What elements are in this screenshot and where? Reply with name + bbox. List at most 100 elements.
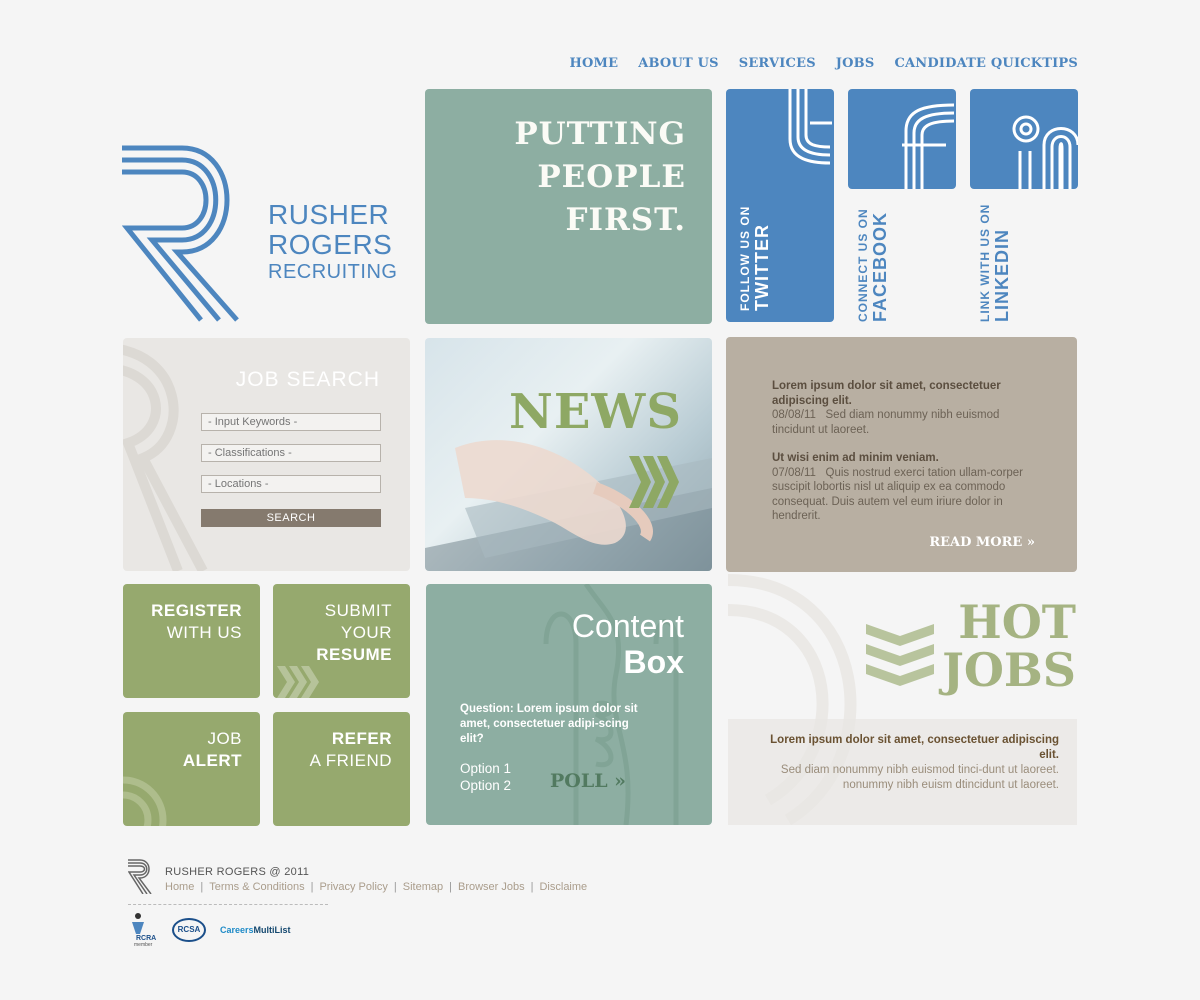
hot-jobs-line-1: HOT	[958, 595, 1076, 649]
hot-jobs-line-2: JOBS	[942, 643, 1076, 697]
main-nav: HOME ABOUT US SERVICES JOBS CANDIDATE QU…	[570, 56, 1079, 71]
hero-slogan: PUTTING PEOPLE FIRST.	[514, 113, 686, 242]
search-button[interactable]: SEARCH	[201, 509, 381, 527]
linkedin-icon	[1012, 115, 1078, 189]
poll-option-1[interactable]: Option 1	[460, 760, 511, 777]
keyboard-hand-image	[425, 440, 712, 571]
refer-friend-label: REFER A FRIEND	[310, 728, 392, 772]
register-label: REGISTER WITH US	[151, 600, 242, 644]
nav-home[interactable]: HOME	[570, 56, 619, 71]
register-tile[interactable]: REGISTER WITH US	[123, 584, 260, 698]
footer-link-privacy[interactable]: Privacy Policy	[319, 881, 393, 893]
rcra-logo-icon	[132, 913, 144, 934]
job-alert-line-1: JOB	[207, 729, 242, 748]
read-more-link[interactable]: READ MORE »	[929, 535, 1035, 550]
linkedin-label-big: LINKEDIN	[992, 229, 1012, 322]
news-image-tile[interactable]: NEWS	[425, 338, 712, 571]
locations-select[interactable]	[201, 475, 381, 493]
news-item-date: 07/08/11	[772, 466, 816, 479]
job-search-panel: JOB SEARCH SEARCH	[123, 338, 410, 571]
news-item-headline: Lorem ipsum dolor sit amet, consectetuer…	[772, 380, 1001, 407]
facebook-tile[interactable]	[848, 89, 956, 189]
submit-label-line-3: RESUME	[316, 645, 392, 664]
nav-candidate-quicktips[interactable]: CANDIDATE QUICKTIPS	[894, 56, 1078, 71]
nav-jobs[interactable]: JOBS	[836, 56, 875, 71]
twitter-label: FOLLOW US ON TWITTER	[738, 206, 773, 311]
job-alert-line-2: ALERT	[182, 751, 242, 770]
news-item[interactable]: Lorem ipsum dolor sit amet, consectetuer…	[772, 379, 1042, 437]
twitter-label-big: TWITTER	[752, 224, 772, 311]
hot-job-item[interactable]: Lorem ipsum dolor sit amet, consectetuer…	[759, 733, 1059, 793]
brand-line-3: RECRUITING	[268, 261, 398, 283]
hero-line-3: FIRST.	[565, 202, 686, 238]
cml-part-2: MultiList	[253, 925, 291, 935]
brand-line-2: ROGERS	[268, 229, 393, 260]
content-box-tile: Content Box Question: Lorem ipsum dolor …	[426, 584, 712, 825]
job-search-title: JOB SEARCH	[235, 368, 380, 391]
footer-links: Home | Terms & Conditions | Privacy Policy…	[165, 881, 593, 893]
poll-question: Question: Lorem ipsum dolor sit amet, co…	[460, 703, 638, 745]
careers-multilist-badge[interactable]: CareersMultiList	[220, 925, 291, 935]
news-list-panel: Lorem ipsum dolor sit amet, consectetuer…	[726, 337, 1077, 572]
news-item-headline: Ut wisi enim ad minim veniam.	[772, 452, 939, 464]
news-item[interactable]: Ut wisi enim ad minim veniam. 07/08/11 Q…	[772, 451, 1042, 524]
twitter-tile[interactable]: FOLLOW US ON TWITTER	[726, 89, 834, 322]
refer-line-2: A FRIEND	[309, 751, 392, 770]
footer-logo-mark	[128, 859, 152, 894]
hero-tile: PUTTING PEOPLE FIRST.	[425, 89, 712, 324]
chevron-down-icon	[866, 624, 934, 686]
footer-link-disclaimer[interactable]: Disclaime	[539, 881, 593, 893]
footer-brand: RUSHER ROGERS @ 2011	[165, 866, 310, 878]
news-list: Lorem ipsum dolor sit amet, consectetuer…	[772, 379, 1042, 524]
job-alert-tile[interactable]: JOB ALERT	[123, 712, 260, 826]
submit-label-line-2: YOUR	[340, 623, 392, 642]
linkedin-label[interactable]: LINK WITH US ON LINKEDIN	[978, 204, 1013, 322]
rcra-label: RCRA	[136, 935, 157, 942]
twitter-label-small: FOLLOW US ON	[738, 205, 752, 311]
footer-link-home[interactable]: Home	[165, 881, 200, 893]
nav-about-us[interactable]: ABOUT US	[638, 56, 719, 71]
submit-resume-tile[interactable]: SUBMIT YOUR RESUME	[273, 584, 410, 698]
nav-services[interactable]: SERVICES	[739, 56, 816, 71]
classifications-select[interactable]	[201, 444, 381, 462]
cml-part-1: Careers	[220, 925, 254, 935]
facebook-label[interactable]: CONNECT US ON FACEBOOK	[856, 208, 891, 322]
footer-link-sitemap[interactable]: Sitemap	[403, 881, 449, 893]
rcra-badge[interactable]: RCRA member	[130, 912, 160, 948]
chevron-right-icon	[277, 666, 319, 698]
job-alert-label: JOB ALERT	[183, 728, 242, 772]
content-box-title: Content Box	[572, 608, 684, 680]
hero-line-2: PEOPLE	[537, 159, 686, 195]
brand-line-1: RUSHER	[268, 199, 390, 230]
submit-resume-label: SUBMIT YOUR RESUME	[316, 600, 392, 666]
hot-jobs-heading[interactable]: HOT JOBS	[936, 598, 1076, 694]
linkedin-label-small: LINK WITH US ON	[978, 203, 992, 322]
twitter-icon	[788, 89, 832, 165]
logo-mark[interactable]	[122, 142, 272, 324]
content-box-title-line-2: Box	[623, 644, 684, 680]
facebook-icon	[902, 103, 954, 189]
news-item-date: 08/08/11	[772, 409, 816, 421]
hot-job-body: Sed diam nonummy nibh euismod tinci-dunt…	[780, 764, 1059, 791]
poll-option-2[interactable]: Option 2	[460, 777, 511, 794]
watermark-r	[123, 776, 167, 826]
facebook-label-small: CONNECT US ON	[856, 208, 870, 322]
hero-line-1: PUTTING	[514, 116, 686, 152]
poll-options: Option 1 Option 2	[460, 760, 511, 794]
submit-label-line-1: SUBMIT	[324, 601, 392, 620]
register-label-line-2: WITH US	[166, 623, 242, 642]
rcra-sublabel: member	[134, 942, 153, 948]
footer-link-terms[interactable]: Terms & Conditions	[209, 881, 310, 893]
refer-friend-tile[interactable]: REFER A FRIEND	[273, 712, 410, 826]
linkedin-tile[interactable]	[970, 89, 1078, 189]
facebook-label-big: FACEBOOK	[870, 211, 890, 322]
footer-divider	[128, 904, 328, 905]
hot-job-headline: Lorem ipsum dolor sit amet, consectetuer…	[770, 734, 1059, 761]
brand-wordmark: RUSHER ROGERS RECRUITING	[268, 200, 397, 284]
hot-jobs-panel: Lorem ipsum dolor sit amet, consectetuer…	[728, 719, 1077, 825]
keywords-input[interactable]	[201, 413, 381, 431]
poll-button[interactable]: POLL »	[550, 770, 626, 792]
refer-line-1: REFER	[331, 729, 392, 748]
rcsa-badge[interactable]: RCSA	[172, 918, 206, 942]
footer-link-browser-jobs[interactable]: Browser Jobs	[458, 881, 531, 893]
